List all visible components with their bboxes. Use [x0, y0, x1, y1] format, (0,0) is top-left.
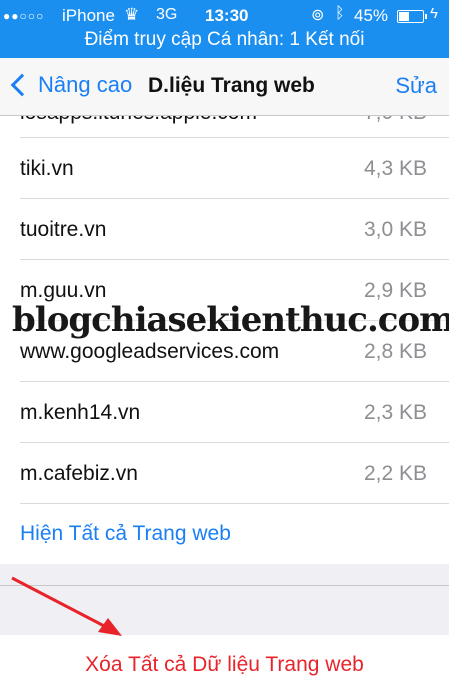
website-domain: iosapps.itunes.apple.com — [20, 116, 257, 138]
crown-icon: ♛ — [124, 5, 140, 24]
status-bar: ●●○○○ iPhone ♛ 3G 13:30 ⊚ ᛒ 45% ϟ Điểm t… — [0, 0, 449, 58]
show-all-websites-button[interactable]: Hiện Tất cả Trang web — [0, 504, 449, 564]
clock: 13:30 — [205, 6, 249, 25]
battery-icon — [397, 10, 427, 23]
website-size: 3,0 KB — [363, 218, 427, 241]
chevron-left-icon — [10, 73, 34, 97]
watermark: blogchiasekienthuc.com — [12, 300, 449, 340]
bluetooth-icon: ᛒ — [335, 5, 345, 22]
list-item[interactable]: tiki.vn 4,3 KB — [0, 138, 449, 199]
website-domain: m.kenh14.vn — [20, 401, 141, 424]
signal-strength: ●●○○○ — [3, 9, 45, 23]
website-size: 4,3 KB — [363, 157, 427, 180]
page-title: D.liệu Trang web — [148, 74, 315, 97]
hotspot-banner[interactable]: Điểm truy cập Cá nhân: 1 Kết nối — [0, 29, 449, 51]
carrier-name: iPhone — [62, 6, 115, 25]
website-data-list: iosapps.itunes.apple.com 7,0 KB tiki.vn … — [0, 116, 449, 564]
website-size: 7,0 KB — [364, 116, 427, 138]
list-item[interactable]: iosapps.itunes.apple.com 7,0 KB — [0, 116, 449, 138]
website-domain: m.cafebiz.vn — [20, 462, 138, 485]
back-label: Nâng cao — [38, 72, 133, 97]
network-type: 3G — [156, 6, 178, 23]
website-domain: tuoitre.vn — [20, 218, 107, 241]
website-domain: tiki.vn — [20, 157, 74, 180]
back-button[interactable]: Nâng cao — [8, 72, 132, 98]
list-item[interactable]: tuoitre.vn 3,0 KB — [0, 199, 449, 260]
battery-percent: 45% — [354, 6, 389, 25]
list-item[interactable]: m.cafebiz.vn 2,2 KB — [0, 443, 449, 504]
show-all-label: Hiện Tất cả Trang web — [20, 522, 231, 545]
annotation-arrow-icon — [11, 576, 122, 636]
list-item[interactable]: m.kenh14.vn 2,3 KB — [0, 382, 449, 443]
navigation-bar: Nâng cao D.liệu Trang web Sửa — [0, 58, 449, 116]
website-size: 2,2 KB — [363, 462, 427, 485]
charging-icon: ϟ — [430, 5, 438, 22]
edit-button[interactable]: Sửa — [395, 73, 437, 99]
rotation-lock-icon: ⊚ — [311, 7, 325, 24]
website-size: 2,3 KB — [363, 401, 427, 424]
